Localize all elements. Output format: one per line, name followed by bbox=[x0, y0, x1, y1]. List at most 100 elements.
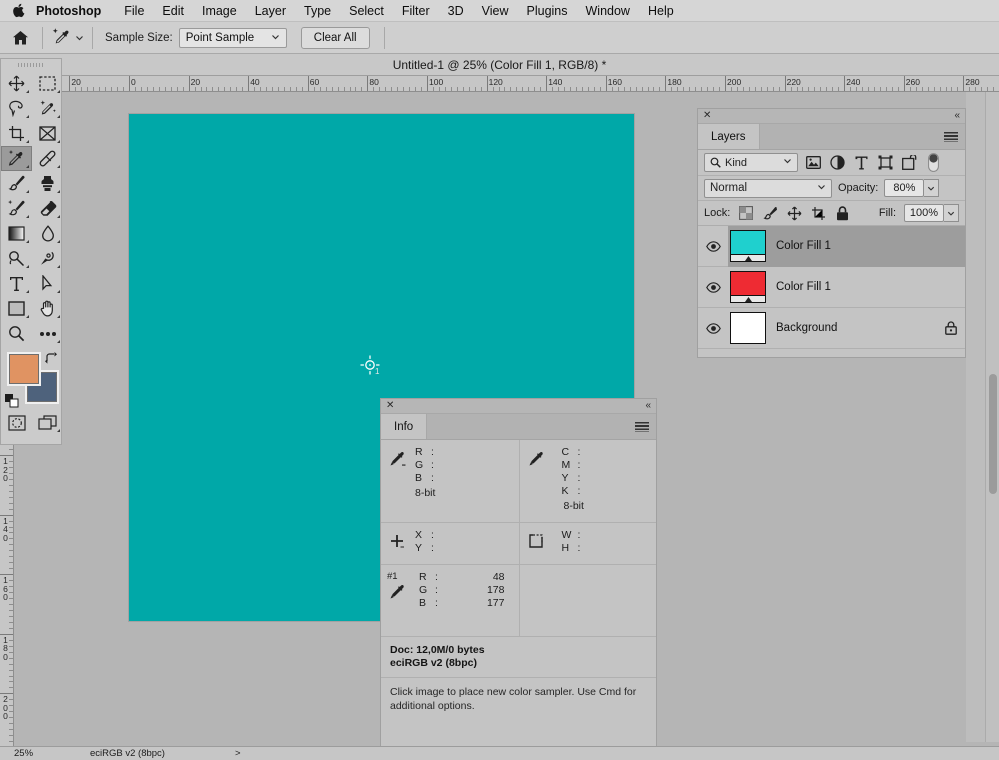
swap-colors-icon[interactable] bbox=[45, 352, 57, 364]
layer-body[interactable]: Color Fill 1 bbox=[728, 225, 965, 267]
layer-fill-thumbnail[interactable] bbox=[730, 312, 766, 344]
menu-help[interactable]: Help bbox=[639, 0, 683, 22]
info-position-readout[interactable]: X: Y: bbox=[381, 523, 519, 564]
blur-tool[interactable] bbox=[32, 221, 63, 246]
scrollbar-thumb[interactable] bbox=[989, 374, 997, 494]
layer-name[interactable]: Background bbox=[776, 322, 837, 334]
screen-mode-button[interactable] bbox=[32, 410, 63, 435]
quick-mask-button[interactable] bbox=[1, 410, 32, 435]
layer-fill-thumbnail[interactable] bbox=[730, 230, 766, 256]
color-sampler-1-readout[interactable]: #1 R:48 G:178 B:177 bbox=[381, 565, 519, 636]
home-icon[interactable] bbox=[0, 22, 40, 54]
lock-artboard-nesting-icon[interactable] bbox=[810, 205, 826, 221]
eye-icon[interactable] bbox=[698, 308, 728, 349]
default-colors-icon[interactable] bbox=[5, 394, 19, 408]
clone-stamp-tool[interactable] bbox=[32, 171, 63, 196]
adjustment-layer-filter-icon[interactable] bbox=[829, 154, 846, 171]
layer-row[interactable]: Color Fill 1 bbox=[698, 267, 965, 308]
canvas-vertical-scrollbar[interactable] bbox=[985, 92, 999, 742]
horizontal-ruler[interactable]: 20 0 20 40 60 80 100 120 140 160 180 200 220 240 260 28… bbox=[0, 76, 999, 92]
menu-edit[interactable]: Edit bbox=[153, 0, 193, 22]
type-tool[interactable] bbox=[1, 271, 32, 296]
frame-tool[interactable] bbox=[32, 121, 63, 146]
layer-body[interactable]: Color Fill 1 bbox=[728, 267, 965, 308]
rectangular-marquee-tool[interactable] bbox=[32, 71, 63, 96]
apple-logo-icon[interactable] bbox=[8, 2, 30, 20]
crop-tool[interactable] bbox=[1, 121, 32, 146]
history-brush-tool[interactable] bbox=[1, 196, 32, 221]
layer-thumbnail[interactable] bbox=[730, 230, 766, 262]
lock-icon[interactable] bbox=[945, 321, 957, 335]
smart-object-filter-icon[interactable] bbox=[901, 154, 918, 171]
document-tab-title[interactable]: Untitled-1 @ 25% (Color Fill 1, RGB/8) * bbox=[393, 58, 607, 72]
fill-input[interactable]: 100% bbox=[904, 204, 944, 222]
eraser-tool[interactable] bbox=[32, 196, 63, 221]
status-zoom-level[interactable]: 25% bbox=[0, 748, 60, 759]
layer-filter-kind-select[interactable]: Kind bbox=[704, 153, 798, 172]
menu-file[interactable]: File bbox=[115, 0, 153, 22]
dodge-tool[interactable] bbox=[1, 246, 32, 271]
lock-transparent-pixels-icon[interactable] bbox=[738, 205, 754, 221]
menu-window[interactable]: Window bbox=[577, 0, 639, 22]
panel-menu-icon[interactable] bbox=[635, 422, 649, 432]
layer-mask-thumbnail[interactable] bbox=[730, 254, 766, 262]
status-color-profile[interactable]: eciRGB v2 (8bpc) bbox=[60, 748, 165, 759]
layer-name[interactable]: Color Fill 1 bbox=[776, 240, 831, 252]
path-selection-tool[interactable] bbox=[32, 271, 63, 296]
collapse-panel-icon[interactable]: « bbox=[645, 400, 650, 412]
color-sampler-marker-1[interactable]: 1 bbox=[359, 354, 381, 376]
filter-toggle-switch-icon[interactable] bbox=[925, 153, 942, 172]
menu-select[interactable]: Select bbox=[340, 0, 393, 22]
close-icon[interactable]: ✕ bbox=[703, 111, 711, 121]
collapse-panel-icon[interactable]: « bbox=[954, 110, 959, 122]
fill-stepper[interactable] bbox=[944, 204, 959, 222]
edit-toolbar-button[interactable] bbox=[32, 321, 63, 346]
menu-layer[interactable]: Layer bbox=[246, 0, 295, 22]
opacity-stepper[interactable] bbox=[924, 179, 940, 197]
healing-brush-tool[interactable] bbox=[32, 146, 63, 171]
eyedropper-tool[interactable] bbox=[1, 146, 32, 171]
eye-icon[interactable] bbox=[698, 226, 728, 267]
hand-tool[interactable] bbox=[32, 296, 63, 321]
tools-panel-grip[interactable] bbox=[1, 59, 61, 71]
eye-icon[interactable] bbox=[698, 267, 728, 308]
sample-size-select[interactable]: Point Sample bbox=[178, 27, 287, 48]
pen-tool[interactable] bbox=[32, 246, 63, 271]
type-layer-filter-icon[interactable] bbox=[853, 154, 870, 171]
layer-fill-thumbnail[interactable] bbox=[730, 271, 766, 297]
blend-mode-select[interactable]: Normal bbox=[704, 178, 832, 198]
info-dimensions-readout[interactable]: W: H: bbox=[518, 523, 657, 564]
layer-thumbnail[interactable] bbox=[730, 312, 766, 344]
color-sampler-2-slot[interactable] bbox=[518, 565, 657, 636]
info-cmyk-readout[interactable]: C: M: Y: K: 8-bit bbox=[518, 440, 657, 522]
layer-mask-thumbnail[interactable] bbox=[730, 295, 766, 303]
menu-image[interactable]: Image bbox=[193, 0, 246, 22]
menu-filter[interactable]: Filter bbox=[393, 0, 439, 22]
shape-layer-filter-icon[interactable] bbox=[877, 154, 894, 171]
tab-layers[interactable]: Layers bbox=[698, 124, 760, 149]
active-tool-preset-picker[interactable] bbox=[45, 25, 90, 51]
gradient-tool[interactable] bbox=[1, 221, 32, 246]
foreground-color-swatch[interactable] bbox=[9, 354, 39, 384]
opacity-input[interactable]: 80% bbox=[884, 179, 925, 197]
menu-app-name[interactable]: Photoshop bbox=[30, 0, 115, 22]
status-expand-arrow[interactable]: > bbox=[165, 748, 241, 759]
rectangle-tool[interactable] bbox=[1, 296, 32, 321]
layer-name[interactable]: Color Fill 1 bbox=[776, 281, 831, 293]
menu-3d[interactable]: 3D bbox=[439, 0, 473, 22]
panel-menu-icon[interactable] bbox=[944, 132, 958, 142]
lasso-tool[interactable] bbox=[1, 96, 32, 121]
lock-position-icon[interactable] bbox=[786, 205, 802, 221]
layer-body[interactable]: Background bbox=[728, 308, 965, 349]
clear-all-button[interactable]: Clear All bbox=[300, 26, 370, 49]
layer-row[interactable]: Background bbox=[698, 308, 965, 349]
info-rgb-readout[interactable]: R: G: B: 8-bit bbox=[381, 440, 519, 522]
tab-info[interactable]: Info bbox=[381, 414, 428, 439]
layer-row[interactable]: Color Fill 1 bbox=[698, 225, 965, 267]
close-icon[interactable]: ✕ bbox=[386, 401, 394, 411]
menu-plugins[interactable]: Plugins bbox=[518, 0, 577, 22]
menu-view[interactable]: View bbox=[473, 0, 518, 22]
lock-image-pixels-icon[interactable] bbox=[762, 205, 778, 221]
move-tool[interactable] bbox=[1, 71, 32, 96]
zoom-tool[interactable] bbox=[1, 321, 32, 346]
